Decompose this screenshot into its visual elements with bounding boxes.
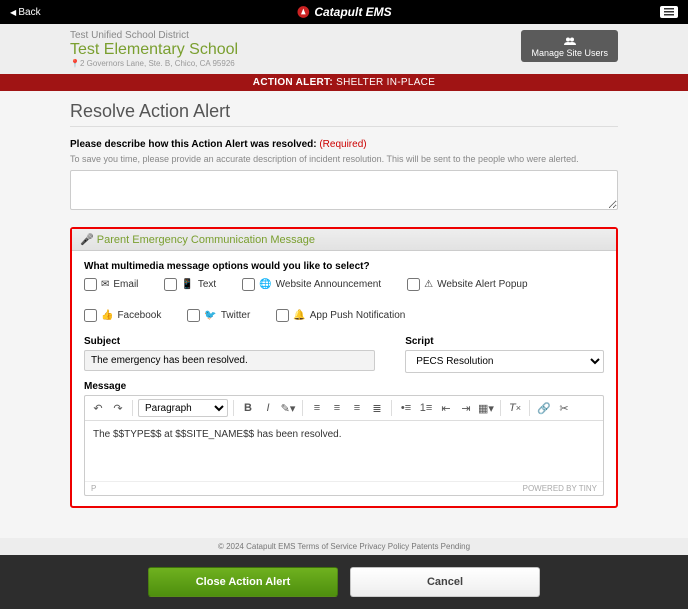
editor-path: P	[91, 484, 96, 493]
page-title: Resolve Action Alert	[70, 101, 618, 127]
clear-format-button[interactable]: T×	[506, 399, 524, 417]
editor-powered: POWERED BY TINY	[523, 484, 597, 493]
cancel-button[interactable]: Cancel	[350, 567, 540, 597]
align-center-button[interactable]: ≡	[328, 399, 346, 417]
opt-email[interactable]: ✉ Email	[84, 278, 138, 291]
align-justify-button[interactable]: ≣	[368, 399, 386, 417]
subject-input[interactable]	[84, 350, 375, 371]
number-list-button[interactable]: 1≡	[417, 399, 435, 417]
script-select[interactable]: PECS Resolution	[405, 350, 604, 373]
opt-facebook[interactable]: 👍 Facebook	[84, 309, 161, 322]
resolution-textarea[interactable]	[70, 170, 618, 210]
code-button[interactable]: ✂	[555, 399, 573, 417]
back-button[interactable]: Back	[10, 7, 41, 18]
link-button[interactable]: 🔗	[535, 399, 553, 417]
opt-text[interactable]: 📱 Text	[164, 278, 216, 291]
italic-button[interactable]: I	[259, 399, 277, 417]
table-button[interactable]: ▦▾	[477, 399, 495, 417]
pecs-panel-header: Parent Emergency Communication Message	[72, 229, 616, 251]
align-right-button[interactable]: ≡	[348, 399, 366, 417]
undo-button[interactable]: ↶	[89, 399, 107, 417]
manage-site-users-button[interactable]: Manage Site Users	[521, 30, 618, 62]
brand-logo: Catapult EMS	[296, 5, 391, 19]
pecs-panel: Parent Emergency Communication Message W…	[70, 227, 618, 508]
close-action-alert-button[interactable]: Close Action Alert	[148, 567, 338, 597]
resolution-question: Please describe how this Action Alert wa…	[70, 139, 618, 150]
school-address: 2 Governors Lane, Ste. B, Chico, CA 9592…	[70, 59, 238, 68]
message-body[interactable]: The $$TYPE$$ at $$SITE_NAME$$ has been r…	[85, 421, 603, 481]
bold-button[interactable]: B	[239, 399, 257, 417]
editor-toolbar: ↶ ↷ Paragraph B I ✎▾ ≡ ≡ ≡ ≣ •≡ 1≡ ⇤	[85, 396, 603, 421]
brand-icon	[296, 5, 310, 19]
message-editor: ↶ ↷ Paragraph B I ✎▾ ≡ ≡ ≡ ≣ •≡ 1≡ ⇤	[84, 395, 604, 496]
redo-button[interactable]: ↷	[109, 399, 127, 417]
district-name: Test Unified School District	[70, 30, 238, 41]
users-icon	[564, 36, 576, 46]
message-label: Message	[84, 381, 604, 392]
hamburger-icon	[664, 8, 674, 16]
bullet-list-button[interactable]: •≡	[397, 399, 415, 417]
script-label: Script	[405, 336, 604, 347]
indent-button[interactable]: ⇥	[457, 399, 475, 417]
opt-website-announcement[interactable]: 🌐 Website Announcement	[242, 278, 381, 291]
options-question: What multimedia message options would yo…	[84, 261, 604, 272]
opt-push[interactable]: 🔔 App Push Notification	[276, 309, 405, 322]
action-bar: Close Action Alert Cancel	[0, 555, 688, 609]
site-header: Test Unified School District Test Elemen…	[0, 24, 688, 74]
align-left-button[interactable]: ≡	[308, 399, 326, 417]
subject-label: Subject	[84, 336, 375, 347]
color-button[interactable]: ✎▾	[279, 399, 297, 417]
opt-website-alert-popup[interactable]: ⚠ Website Alert Popup	[407, 278, 527, 291]
top-bar: Back Catapult EMS	[0, 0, 688, 24]
menu-button[interactable]	[660, 6, 678, 18]
resolution-hint: To save you time, please provide an accu…	[70, 154, 618, 164]
opt-twitter[interactable]: 🐦 Twitter	[187, 309, 250, 322]
outdent-button[interactable]: ⇤	[437, 399, 455, 417]
footer-info: © 2024 Catapult EMS Terms of Service Pri…	[0, 538, 688, 555]
action-alert-banner: ACTION ALERT: SHELTER IN-PLACE	[0, 74, 688, 91]
school-name: Test Elementary School	[70, 41, 238, 59]
format-select[interactable]: Paragraph	[138, 399, 228, 417]
